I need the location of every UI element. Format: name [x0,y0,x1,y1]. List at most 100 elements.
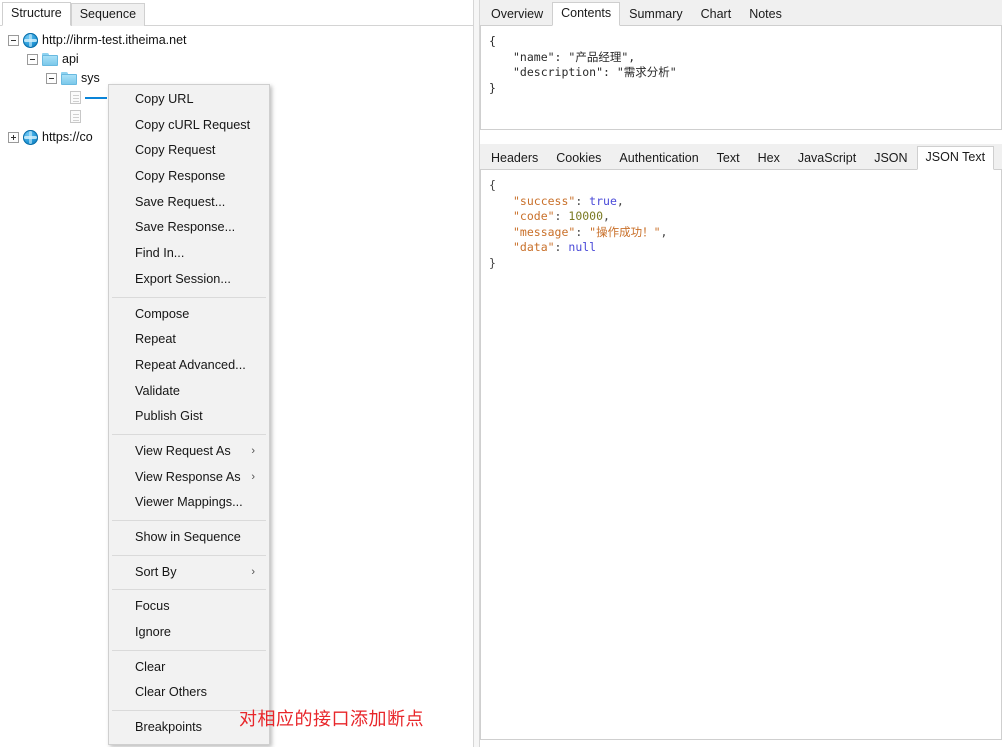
tab-hex[interactable]: Hex [749,147,789,170]
menu-item-repeat[interactable]: Repeat [109,327,269,353]
menu-item-ignore[interactable]: Ignore [109,620,269,646]
tree-node-label: http://ihrm-test.itheima.net [42,33,187,47]
annotation-text: 对相应的接口添加断点 [239,709,424,730]
tab-authentication-label: Authentication [619,151,699,165]
request-body-viewer[interactable]: { "name": "产品经理", "description": "需求分析" … [480,26,1002,130]
menu-item-label: Copy URL [135,92,194,106]
tab-text-label: Text [716,151,740,165]
menu-item-label: Export Session... [135,271,231,286]
menu-item-view-response-as[interactable]: View Response As › [109,465,269,491]
json-sep: : [603,65,617,79]
menu-item-label: Viewer Mappings... [135,495,243,510]
menu-item-label: Copy cURL Request [135,117,251,132]
menu-item-label: Breakpoints [135,720,202,735]
expander-minus-icon[interactable] [8,35,19,46]
menu-item-label: Repeat Advanced... [135,357,246,372]
response-inspector-tabstrip: Headers Cookies Authentication Text Hex … [480,144,1002,170]
json-value: "操作成功！" [589,224,661,239]
menu-item-focus[interactable]: Focus [109,594,269,620]
folder-icon [42,53,58,66]
json-key: "code" [513,209,555,223]
menu-item-copy-curl-request[interactable]: Copy cURL Request [109,113,269,139]
json-value: "产品经理" [568,49,629,64]
tab-overview[interactable]: Overview [482,3,552,26]
tree-node-label: sys [81,71,100,85]
tree-node-label: https://co [42,130,93,144]
json-value: null [568,240,597,254]
tab-headers-label: Headers [491,151,539,165]
menu-item-clear-others[interactable]: Clear Others [109,680,269,706]
menu-item-save-request[interactable]: Save Request... [109,190,269,216]
tab-raw[interactable]: Raw [994,147,1002,170]
structure-panel: Structure Sequence http://ihrm-test.ithe… [0,0,473,747]
tab-headers[interactable]: Headers [482,147,547,170]
globe-icon [23,130,38,145]
tree-node-host-ihrm[interactable]: http://ihrm-test.itheima.net [0,31,473,50]
document-icon [70,110,81,123]
tab-javascript-label: JavaScript [797,151,857,165]
json-close-brace: } [489,255,496,270]
menu-item-clear[interactable]: Clear [109,655,269,681]
tab-contents-label: Contents [561,6,612,20]
context-menu[interactable]: Copy URL Copy cURL Request Copy Request … [108,84,270,745]
menu-item-copy-response[interactable]: Copy Response [109,164,269,190]
json-key: "name" [513,49,555,64]
json-value: 10000 [568,209,604,223]
json-sep: : [575,193,590,208]
expander-minus-icon[interactable] [46,73,57,84]
tab-javascript[interactable]: JavaScript [789,147,865,170]
chevron-right-icon: › [251,444,255,457]
chevron-right-icon: › [251,565,255,578]
menu-item-viewer-mappings[interactable]: Viewer Mappings... [109,490,269,516]
tab-cookies[interactable]: Cookies [547,147,610,170]
tab-notes[interactable]: Notes [740,3,791,26]
panel-splitter[interactable] [473,0,480,747]
json-key: "data" [513,240,555,254]
menu-item-compose[interactable]: Compose [109,302,269,328]
json-value: true [589,193,617,208]
menu-item-validate[interactable]: Validate [109,379,269,405]
chevron-right-icon: › [251,470,255,483]
menu-item-label: Repeat [135,332,176,347]
json-tail: , [603,209,610,223]
menu-separator [112,649,266,651]
json-tail: , [628,49,636,64]
globe-icon [23,33,38,48]
json-tail: , [616,193,624,208]
menu-item-view-request-as[interactable]: View Request As › [109,439,269,465]
tab-summary-label: Summary [629,7,683,21]
tab-text[interactable]: Text [708,147,749,170]
json-close-brace: } [489,80,496,95]
tab-json-text[interactable]: JSON Text [916,146,995,170]
tab-structure[interactable]: Structure [2,2,71,26]
tab-chart[interactable]: Chart [692,3,741,26]
response-body-viewer[interactable]: { "success": true, "code": 10000, "messa… [480,170,1002,740]
json-key: "description" [513,65,604,79]
tab-summary[interactable]: Summary [620,3,691,26]
menu-item-save-response[interactable]: Save Response... [109,215,269,241]
folder-icon [61,72,77,85]
menu-item-publish-gist[interactable]: Publish Gist [109,404,269,430]
tab-authentication[interactable]: Authentication [610,147,707,170]
tab-sequence[interactable]: Sequence [70,3,146,26]
menu-item-label: Compose [135,306,190,321]
json-open-brace: { [489,178,496,192]
menu-item-label: Copy Response [135,169,226,184]
json-sep: : [554,240,569,254]
menu-item-label: Publish Gist [135,409,203,424]
menu-item-repeat-advanced[interactable]: Repeat Advanced... [109,353,269,379]
tab-cookies-label: Cookies [556,151,602,165]
expander-minus-icon[interactable] [27,54,38,65]
menu-item-label: Ignore [135,625,171,640]
menu-item-export-session[interactable]: Export Session... [109,267,269,293]
expander-plus-icon[interactable] [8,132,19,143]
menu-item-sort-by[interactable]: Sort By › [109,560,269,586]
menu-item-label: Save Response... [135,220,236,235]
menu-item-find-in[interactable]: Find In... [109,241,269,267]
menu-item-copy-url[interactable]: Copy URL [109,87,269,113]
menu-item-show-in-sequence[interactable]: Show in Sequence [109,525,269,551]
tree-node-api[interactable]: api [0,50,473,69]
menu-item-copy-request[interactable]: Copy Request [109,138,269,164]
tab-contents[interactable]: Contents [552,2,621,26]
tab-json[interactable]: JSON [865,147,916,170]
